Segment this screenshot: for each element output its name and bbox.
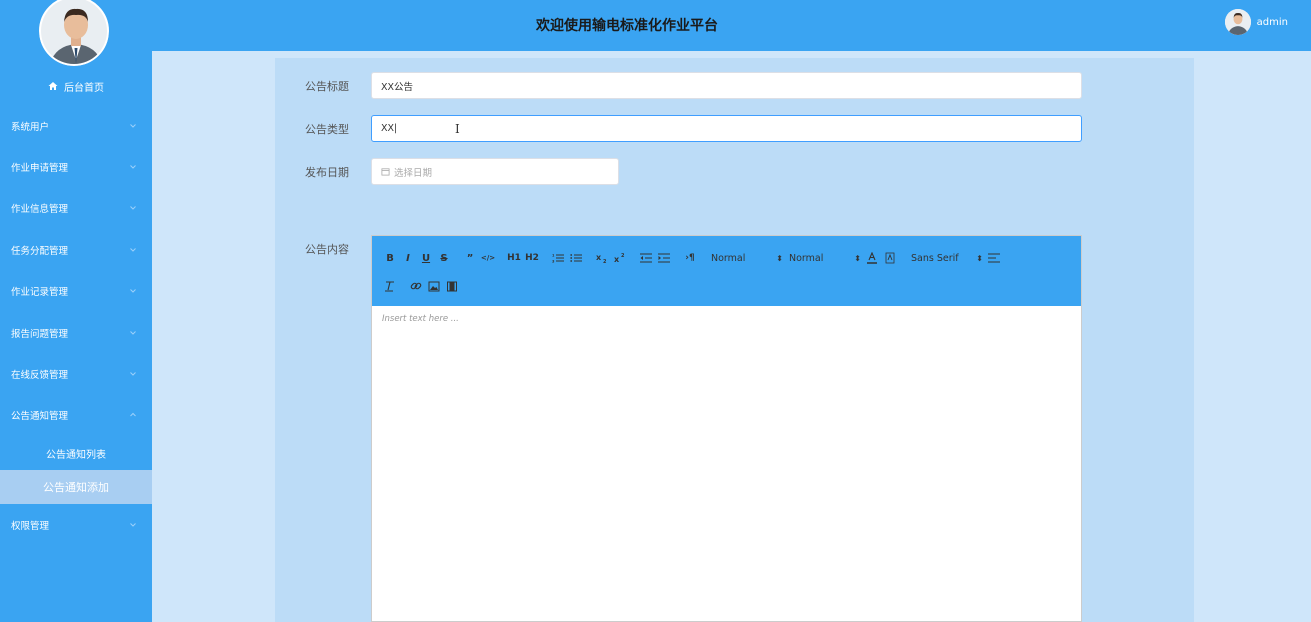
superscript-icon[interactable]: x2 xyxy=(612,248,628,268)
sidebar-item-job-application[interactable]: 作业申请管理 xyxy=(0,146,152,187)
chevron-down-icon xyxy=(130,165,136,169)
svg-text:x: x xyxy=(614,255,620,263)
user-avatar xyxy=(1224,9,1251,35)
chevron-down-icon xyxy=(130,522,136,527)
editor-content[interactable]: Insert text here ... xyxy=(372,306,1081,332)
header2-button[interactable]: H2 xyxy=(524,248,540,268)
type-input[interactable]: XX | xyxy=(371,115,1082,142)
sidebar-item-label: 作业记录管理 xyxy=(11,287,69,299)
chevron-down-icon xyxy=(130,123,136,128)
avatar-image-icon xyxy=(41,0,107,64)
title-input[interactable]: XX公告 xyxy=(371,72,1082,99)
sidebar-subitem-announcement-add[interactable]: 公告通知添加 xyxy=(0,470,152,505)
sidebar-menu: 系统用户 作业申请管理 作业信息管理 任务分配管理 作业记录管理 报告问题管理 … xyxy=(0,105,152,546)
strike-button[interactable]: S xyxy=(436,248,452,268)
select-arrows-icon: ⬍ xyxy=(976,253,983,263)
editor-placeholder: Insert text here ... xyxy=(382,314,459,324)
indent-icon[interactable] xyxy=(656,248,672,268)
sidebar-item-label: 在线反馈管理 xyxy=(11,370,69,382)
svg-text:2: 2 xyxy=(621,253,625,259)
sidebar-item-label: 报告问题管理 xyxy=(11,328,69,340)
image-icon[interactable] xyxy=(426,276,442,296)
underline-button[interactable]: U xyxy=(418,248,434,268)
sidebar-item-announcements[interactable]: 公告通知管理 xyxy=(0,395,152,436)
subscript-icon[interactable]: x2 xyxy=(594,248,610,268)
background-color-icon[interactable] xyxy=(882,248,898,268)
date-placeholder: 选择日期 xyxy=(394,167,433,179)
username: admin xyxy=(1256,16,1288,28)
video-icon[interactable] xyxy=(444,276,460,296)
content-label: 公告内容 xyxy=(305,243,349,256)
top-header: 欢迎使用输电标准化作业平台 admin xyxy=(152,0,1311,51)
font-select[interactable]: Sans Serif ⬍ xyxy=(911,253,983,264)
blockquote-button[interactable]: ” xyxy=(462,248,478,268)
sidebar-item-label: 作业申请管理 xyxy=(11,163,69,175)
sidebar-home-label: 后台首页 xyxy=(64,82,104,94)
date-label: 发布日期 xyxy=(305,166,349,179)
ordered-list-icon[interactable]: 13 xyxy=(550,248,566,268)
sidebar-item-label: 作业信息管理 xyxy=(11,204,69,216)
home-icon xyxy=(48,82,58,90)
sidebar-item-label: 权限管理 xyxy=(11,520,50,532)
text-cursor-icon: I xyxy=(455,122,460,136)
sidebar-avatar xyxy=(39,0,109,66)
svg-text:x: x xyxy=(596,253,602,262)
sidebar-item-system-users[interactable]: 系统用户 xyxy=(0,105,152,146)
sidebar-item-job-records[interactable]: 作业记录管理 xyxy=(0,271,152,312)
italic-button[interactable]: I xyxy=(400,248,416,268)
sidebar-home-link[interactable]: 后台首页 xyxy=(0,76,152,96)
text-direction-icon[interactable]: ›¶ xyxy=(682,248,698,268)
sidebar-item-task-assignment[interactable]: 任务分配管理 xyxy=(0,229,152,270)
page-title: 欢迎使用输电标准化作业平台 xyxy=(536,18,718,34)
chevron-down-icon xyxy=(130,372,136,376)
chevron-up-icon xyxy=(130,413,136,417)
sidebar: 后台首页 系统用户 作业申请管理 作业信息管理 任务分配管理 作业记录管理 报告… xyxy=(0,0,152,622)
sidebar-subitem-announcement-list[interactable]: 公告通知列表 xyxy=(0,436,152,470)
svg-text:1: 1 xyxy=(552,254,555,258)
sidebar-item-online-feedback[interactable]: 在线反馈管理 xyxy=(0,353,152,394)
size-select[interactable]: Normal ⬍ xyxy=(789,253,861,264)
calendar-icon xyxy=(381,168,390,176)
bold-button[interactable]: B xyxy=(382,248,398,268)
header1-button[interactable]: H1 xyxy=(506,248,522,268)
header-select-value: Normal xyxy=(711,252,746,264)
chevron-down-icon xyxy=(130,248,136,252)
rich-text-editor: B I U S ” </> H1 H2 13 x2 x2 ›¶ Normal ⬍… xyxy=(371,235,1082,622)
chevron-down-icon xyxy=(130,289,136,293)
type-input-value: XX xyxy=(381,123,395,134)
header-select[interactable]: Normal ⬍ xyxy=(711,253,783,264)
align-icon[interactable] xyxy=(986,248,1002,268)
select-arrows-icon: ⬍ xyxy=(854,253,861,263)
clear-format-icon[interactable] xyxy=(382,276,398,296)
sidebar-subitem-label: 公告通知添加 xyxy=(43,481,109,495)
user-menu[interactable]: admin xyxy=(1224,9,1288,35)
size-select-value: Normal xyxy=(789,252,824,264)
editor-toolbar: B I U S ” </> H1 H2 13 x2 x2 ›¶ Normal ⬍… xyxy=(372,236,1081,306)
font-select-value: Sans Serif xyxy=(911,252,959,264)
select-arrows-icon: ⬍ xyxy=(776,253,783,263)
sidebar-item-label: 任务分配管理 xyxy=(11,245,69,257)
date-picker[interactable]: 选择日期 xyxy=(371,158,619,185)
bullet-list-icon[interactable] xyxy=(568,248,584,268)
title-input-value: XX公告 xyxy=(381,81,414,93)
sidebar-item-report-issues[interactable]: 报告问题管理 xyxy=(0,312,152,353)
sidebar-subitem-label: 公告通知列表 xyxy=(46,449,106,461)
text-color-icon[interactable] xyxy=(864,248,880,268)
code-block-button[interactable]: </> xyxy=(480,248,496,268)
outdent-icon[interactable] xyxy=(638,248,654,268)
sidebar-item-permissions[interactable]: 权限管理 xyxy=(0,504,152,545)
link-icon[interactable] xyxy=(408,276,424,296)
type-label: 公告类型 xyxy=(305,123,349,136)
chevron-down-icon xyxy=(130,330,136,335)
sidebar-item-label: 公告通知管理 xyxy=(11,411,69,423)
sidebar-item-label: 系统用户 xyxy=(11,121,50,133)
title-label: 公告标题 xyxy=(305,80,349,93)
user-avatar-icon xyxy=(1224,9,1251,35)
chevron-down-icon xyxy=(130,206,136,211)
sidebar-item-job-info[interactable]: 作业信息管理 xyxy=(0,188,152,229)
svg-text:2: 2 xyxy=(603,259,607,263)
svg-text:3: 3 xyxy=(552,260,555,264)
